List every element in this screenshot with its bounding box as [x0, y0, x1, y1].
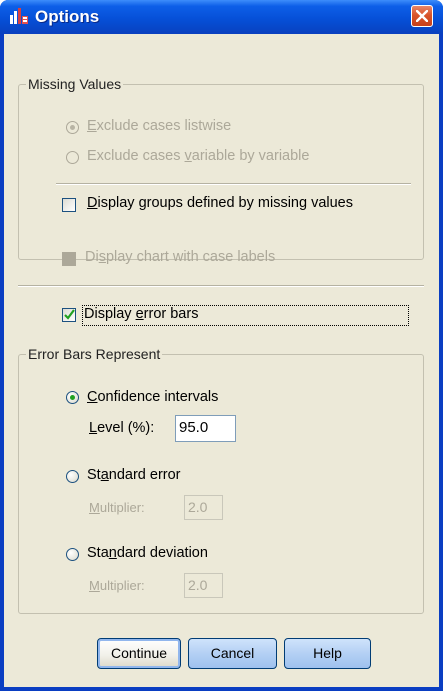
cancel-button[interactable]: Cancel — [188, 638, 277, 669]
se-multiplier-label: Multiplier: — [89, 500, 145, 515]
error-bars-legend: Error Bars Represent — [26, 346, 163, 362]
standard-error-radio[interactable] — [66, 470, 79, 483]
confidence-intervals-label[interactable]: Confidence intervals — [87, 389, 218, 405]
spss-chart-icon — [10, 8, 28, 24]
standard-deviation-label[interactable]: Standard deviation — [87, 545, 208, 561]
display-groups-checkbox[interactable] — [62, 198, 76, 212]
help-button[interactable]: Help — [284, 638, 371, 669]
main-separator — [18, 285, 424, 287]
display-error-bars-label[interactable]: Display error bars — [84, 306, 198, 322]
sd-multiplier-label: Multiplier: — [89, 578, 145, 593]
checkmark-icon — [64, 309, 75, 320]
missing-values-group: Missing Values — [18, 76, 424, 260]
display-chart-case-labels-checkbox[interactable] — [62, 252, 76, 266]
display-groups-label[interactable]: Display groups defined by missing values — [87, 195, 353, 211]
close-icon — [416, 10, 428, 22]
level-label: Level (%): — [89, 420, 155, 436]
se-multiplier-input[interactable]: 2.0 — [184, 495, 223, 520]
missing-values-separator — [56, 183, 411, 185]
options-dialog: Options Missing Values Exclude cases lis… — [0, 0, 443, 691]
display-chart-case-labels-label[interactable]: Display chart with case labels — [85, 249, 275, 265]
continue-button[interactable]: Continue — [97, 638, 181, 669]
standard-deviation-radio[interactable] — [66, 548, 79, 561]
exclude-listwise-radio[interactable] — [66, 121, 79, 134]
exclude-listwise-label[interactable]: Exclude cases listwise — [87, 118, 231, 134]
window-title: Options — [35, 7, 100, 26]
close-button[interactable] — [411, 5, 433, 27]
level-input[interactable]: 95.0 — [175, 415, 236, 442]
missing-values-legend: Missing Values — [26, 76, 124, 92]
confidence-intervals-radio[interactable] — [66, 391, 79, 404]
dialog-body: Missing Values Exclude cases listwise Ex… — [4, 34, 439, 687]
standard-error-label[interactable]: Standard error — [87, 467, 181, 483]
sd-multiplier-input[interactable]: 2.0 — [184, 573, 223, 598]
display-error-bars-checkbox[interactable] — [62, 308, 76, 322]
title-bar[interactable]: Options — [0, 0, 443, 34]
exclude-variable-radio[interactable] — [66, 151, 79, 164]
exclude-variable-label[interactable]: Exclude cases variable by variable — [87, 148, 309, 164]
